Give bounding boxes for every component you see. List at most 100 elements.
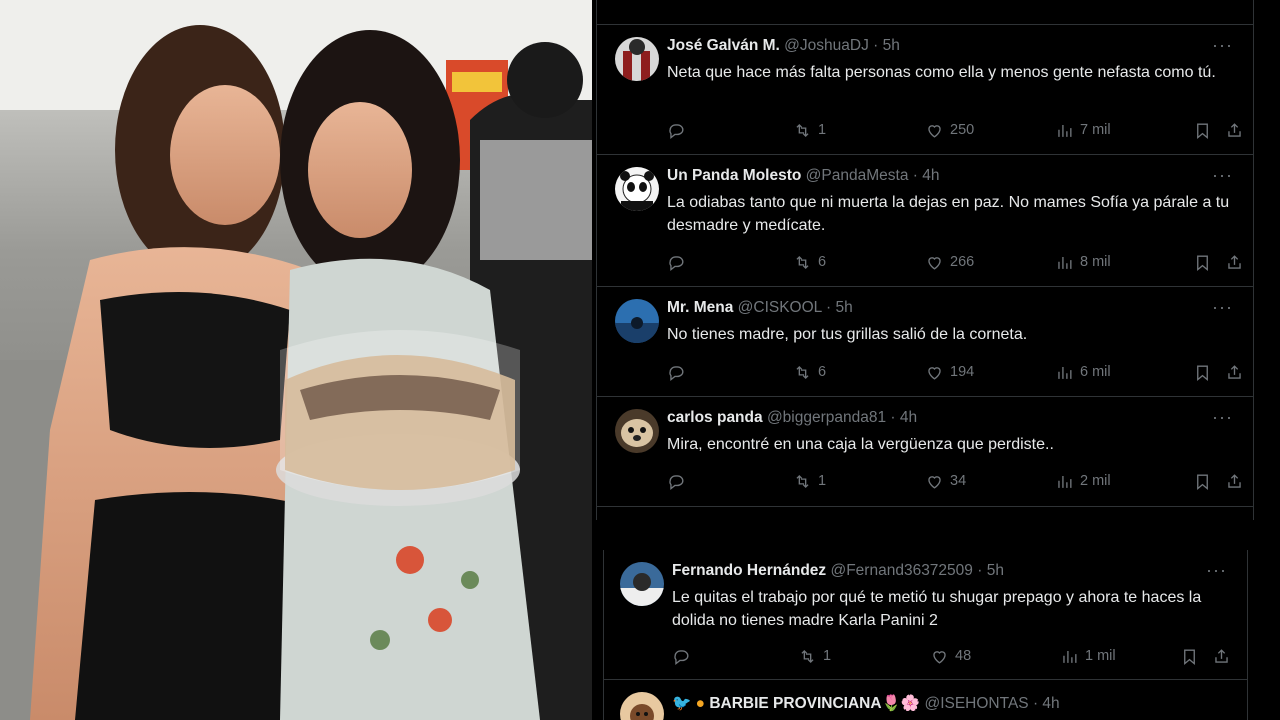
author-handle[interactable]: @CISKOOL [738, 299, 822, 316]
reply-button[interactable] [667, 363, 686, 382]
retweet-icon [796, 474, 809, 488]
more-options-button[interactable]: ··· [1212, 165, 1233, 186]
tweet-header: carlos panda @biggerpanda81 · 4h ··· [667, 407, 1233, 431]
bookmark-icon [1184, 648, 1195, 665]
share-icon [1228, 122, 1241, 137]
author-name[interactable]: Fernando Hernández [672, 562, 826, 579]
tweet[interactable]: Un Panda Molesto @PandaMesta · 4h ··· La… [597, 155, 1253, 287]
bookmark-button[interactable] [1193, 363, 1212, 382]
author-handle[interactable]: @ISEHONTAS [924, 695, 1028, 712]
like-count: 34 [950, 473, 967, 489]
timestamp[interactable]: 4h [900, 409, 917, 426]
retweet-count: 1 [823, 648, 832, 664]
reply-icon [674, 649, 689, 665]
tweet[interactable]: José Galván M. @JoshuaDJ · 5h ··· Neta q… [597, 25, 1253, 155]
more-options-button[interactable]: ··· [1212, 35, 1233, 56]
views-button[interactable]: 2 mil [1055, 472, 1111, 491]
avatar[interactable] [620, 692, 664, 720]
tweet-header: 🐦 ● BARBIE PROVINCIANA🌷🌸 @ISEHONTAS · 4h [672, 694, 1227, 716]
author-name[interactable]: José Galván M. [667, 37, 780, 54]
author-name[interactable]: BARBIE PROVINCIANA🌷🌸 [709, 695, 920, 712]
view-count: 8 mil [1080, 254, 1111, 270]
tweet[interactable]: 🐦 ● BARBIE PROVINCIANA🌷🌸 @ISEHONTAS · 4h [604, 680, 1247, 720]
action-bar: 1 48 1 mil [672, 645, 1231, 667]
more-options-button[interactable]: ··· [1206, 560, 1227, 581]
avatar[interactable] [615, 409, 659, 453]
retweet-button[interactable]: 1 [798, 647, 831, 666]
tweet-text: La odiabas tanto que ni muerta la dejas … [667, 194, 1230, 234]
timestamp[interactable]: 5h [987, 562, 1004, 579]
reply-icon [669, 123, 684, 139]
bookmark-button[interactable] [1193, 121, 1212, 140]
like-button[interactable]: 250 [925, 121, 974, 140]
tweet-text: Le quitas el trabajo por qué te metió tu… [672, 589, 1202, 629]
timestamp[interactable]: 5h [883, 37, 900, 54]
avatar[interactable] [615, 167, 659, 211]
author-handle[interactable]: @biggerpanda81 [767, 409, 886, 426]
retweet-button[interactable]: 1 [793, 121, 826, 140]
tweet[interactable]: Fernando Hernández @Fernand36372509 · 5h… [604, 550, 1247, 680]
retweet-icon [796, 365, 809, 379]
reply-button[interactable] [667, 121, 686, 140]
more-options-button[interactable]: ··· [1212, 297, 1233, 318]
retweet-button[interactable]: 1 [793, 472, 826, 491]
reply-button[interactable] [672, 647, 691, 666]
reply-button[interactable] [667, 472, 686, 491]
like-button[interactable]: 194 [925, 363, 974, 382]
more-options-button[interactable]: ··· [1212, 407, 1233, 428]
retweet-icon [801, 649, 814, 663]
like-button[interactable]: 266 [925, 253, 974, 272]
reply-button[interactable] [667, 253, 686, 272]
view-count: 7 mil [1080, 122, 1111, 138]
share-button[interactable] [1212, 647, 1231, 666]
separator: · [890, 409, 896, 426]
share-button[interactable] [1225, 472, 1244, 491]
share-button[interactable] [1225, 363, 1244, 382]
tweet[interactable]: Mr. Mena @CISKOOL · 5h ··· No tienes mad… [597, 287, 1253, 397]
tweet-header: Fernando Hernández @Fernand36372509 · 5h… [672, 560, 1227, 584]
views-button[interactable]: 6 mil [1055, 363, 1111, 382]
shared-photo[interactable] [0, 0, 592, 720]
author-handle[interactable]: @Fernand36372509 [830, 562, 972, 579]
like-button[interactable]: 48 [930, 647, 971, 666]
bookmark-button[interactable] [1193, 472, 1212, 491]
bookmark-button[interactable] [1180, 647, 1199, 666]
share-icon [1228, 364, 1241, 379]
share-button[interactable] [1225, 121, 1244, 140]
like-count: 266 [950, 254, 975, 270]
replies-feed: José Galván M. @JoshuaDJ · 5h ··· Neta q… [596, 0, 1254, 520]
share-button[interactable] [1225, 253, 1244, 272]
retweet-icon [796, 123, 809, 137]
views-icon [1058, 475, 1072, 488]
views-icon [1063, 650, 1077, 663]
timestamp[interactable]: 5h [836, 299, 853, 316]
retweet-button[interactable]: 6 [793, 363, 826, 382]
replies-feed-2: Fernando Hernández @Fernand36372509 · 5h… [603, 550, 1248, 720]
timestamp[interactable]: 4h [1042, 695, 1059, 712]
author-name[interactable]: carlos panda [667, 409, 763, 426]
retweet-count: 1 [818, 473, 827, 489]
verified-bird-icon: 🐦 [672, 695, 692, 712]
heart-icon [933, 650, 946, 664]
like-button[interactable]: 34 [925, 472, 966, 491]
views-button[interactable]: 1 mil [1060, 647, 1116, 666]
avatar[interactable] [615, 299, 659, 343]
avatar[interactable] [620, 562, 664, 606]
author-name[interactable]: Un Panda Molesto [667, 167, 801, 184]
separator: · [977, 562, 983, 579]
tweet-partial [597, 0, 1253, 25]
tweet[interactable]: carlos panda @biggerpanda81 · 4h ··· Mir… [597, 397, 1253, 507]
views-button[interactable]: 8 mil [1055, 253, 1111, 272]
timestamp[interactable]: 4h [922, 167, 939, 184]
author-handle[interactable]: @PandaMesta [806, 167, 909, 184]
author-handle[interactable]: @JoshuaDJ [784, 37, 869, 54]
avatar[interactable] [615, 37, 659, 81]
bookmark-icon [1197, 122, 1208, 139]
bookmark-icon [1197, 473, 1208, 490]
bookmark-button[interactable] [1193, 253, 1212, 272]
views-button[interactable]: 7 mil [1055, 121, 1111, 140]
tweet-header: José Galván M. @JoshuaDJ · 5h ··· [667, 35, 1233, 59]
author-name[interactable]: Mr. Mena [667, 299, 733, 316]
retweet-button[interactable]: 6 [793, 253, 826, 272]
tweet-text: Mira, encontré en una caja la vergüenza … [667, 436, 1054, 453]
